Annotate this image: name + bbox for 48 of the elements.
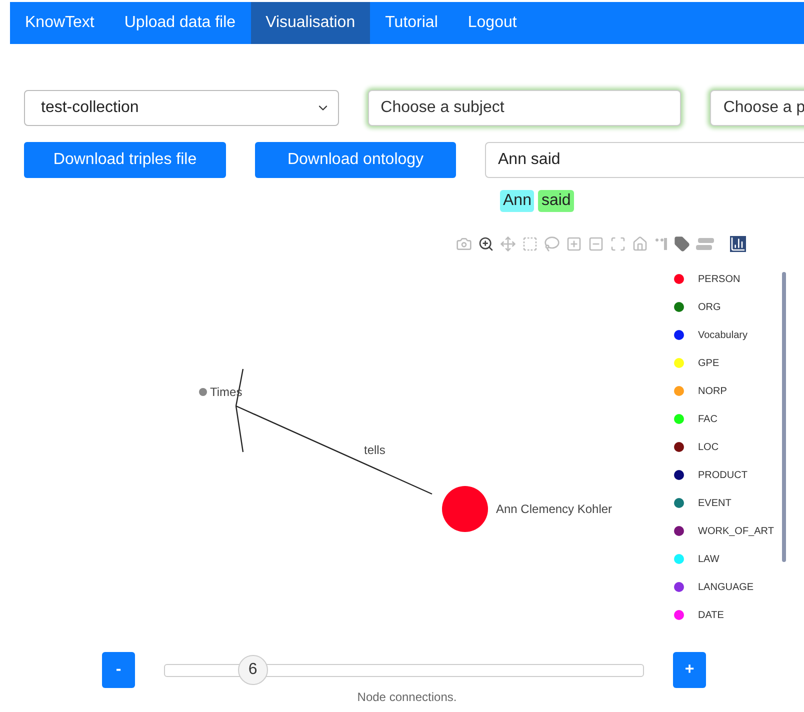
download-ontology-button[interactable]: Download ontology bbox=[255, 142, 456, 178]
legend-label: EVENT bbox=[698, 498, 732, 508]
pan-icon[interactable] bbox=[500, 236, 516, 252]
slider-thumb[interactable]: 6 bbox=[238, 655, 268, 685]
node[interactable] bbox=[199, 388, 207, 396]
nav-tab[interactable]: Upload data file bbox=[109, 2, 251, 44]
zoom-in-icon[interactable] bbox=[566, 236, 582, 252]
increase-button[interactable]: + bbox=[673, 652, 706, 688]
download-triples-button[interactable]: Download triples file bbox=[24, 142, 226, 178]
lasso-icon[interactable] bbox=[544, 236, 560, 252]
nav-tab[interactable]: Tutorial bbox=[370, 2, 453, 44]
sentence-field[interactable]: Ann said bbox=[485, 142, 804, 178]
legend-label: GPE bbox=[698, 358, 720, 368]
slider-caption: Node connections. bbox=[356, 690, 458, 704]
legend-label: Vocabulary bbox=[698, 330, 748, 340]
legend-label: PRODUCT bbox=[698, 470, 748, 480]
legend-label: PERSON bbox=[698, 274, 740, 284]
legend-label: ORG bbox=[698, 302, 721, 312]
spike-lines-icon[interactable] bbox=[654, 236, 668, 252]
edge-label: tells bbox=[364, 443, 386, 457]
legend-label: WORK_OF_ART bbox=[698, 526, 774, 536]
legend-label: LANGUAGE bbox=[698, 582, 754, 592]
tag-icon[interactable] bbox=[674, 236, 690, 252]
zoom-out-icon[interactable] bbox=[588, 236, 604, 252]
legend-label: LOC bbox=[698, 442, 719, 452]
node[interactable] bbox=[442, 486, 488, 532]
token-tag: said bbox=[538, 190, 574, 212]
nav-tab[interactable]: Logout bbox=[452, 2, 532, 44]
zoom-icon[interactable] bbox=[478, 236, 494, 252]
legend-label: DATE bbox=[698, 610, 724, 620]
legend-label: FAC bbox=[698, 414, 718, 424]
token-tag: Ann bbox=[500, 190, 534, 212]
subject-field[interactable]: Choose a subject bbox=[368, 90, 682, 126]
nav-tab[interactable]: KnowText bbox=[10, 2, 110, 44]
collection-select[interactable]: test-collection bbox=[24, 90, 339, 126]
legend-label: NORP bbox=[698, 386, 727, 396]
compare-tags-icon[interactable] bbox=[696, 237, 714, 251]
slider-track[interactable]: 6 bbox=[164, 655, 644, 685]
box-select-icon[interactable] bbox=[522, 236, 538, 252]
nav-tab[interactable]: Visualisation bbox=[250, 2, 370, 44]
home-icon[interactable] bbox=[632, 236, 648, 252]
node-label: Ann Clemency Kohler bbox=[496, 502, 612, 516]
scrollbar[interactable] bbox=[782, 272, 786, 562]
autoscale-icon[interactable] bbox=[610, 236, 626, 252]
camera-icon[interactable] bbox=[456, 236, 472, 252]
decrease-button[interactable]: - bbox=[102, 652, 135, 688]
legend-label: LAW bbox=[698, 554, 720, 564]
bar-chart-icon[interactable] bbox=[730, 236, 746, 252]
